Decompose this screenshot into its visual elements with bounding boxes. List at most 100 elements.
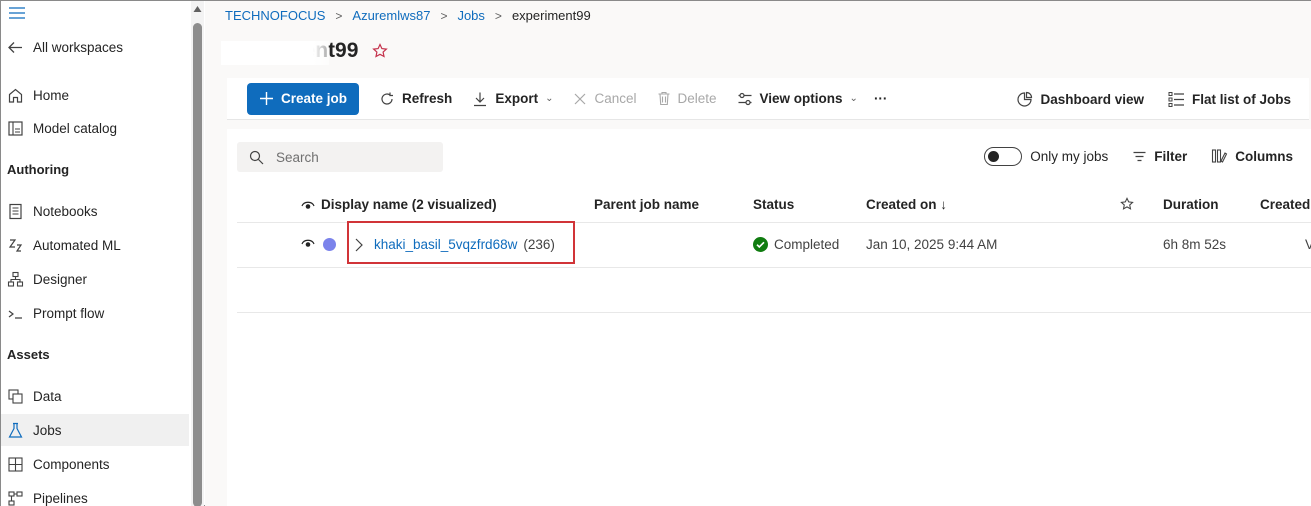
only-my-jobs-toggle[interactable]: Only my jobs xyxy=(984,147,1108,166)
sidebar-item-prompt-flow[interactable]: Prompt flow xyxy=(1,297,189,329)
favorite-star-icon[interactable] xyxy=(372,43,389,59)
toggle-knob xyxy=(988,150,1000,162)
components-icon xyxy=(7,456,24,473)
chevron-down-icon: ⌄ xyxy=(849,93,858,104)
close-icon xyxy=(573,92,587,106)
flat-list-label: Flat list of Jobs xyxy=(1191,91,1291,107)
sidebar-scrollbar[interactable] xyxy=(191,1,204,506)
filter-button[interactable]: Filter xyxy=(1132,149,1187,164)
chevron-right-icon: > xyxy=(494,8,502,23)
row-visibility-toggle[interactable] xyxy=(301,237,315,249)
created-on-cell: Jan 10, 2025 9:44 AM xyxy=(866,237,998,252)
left-nav: All workspaces Home Model catalog Author… xyxy=(1,1,191,506)
filter-icon xyxy=(1132,149,1147,164)
chevron-down-icon: ⌄ xyxy=(545,93,554,104)
trash-icon xyxy=(657,91,671,106)
breadcrumb-workspace[interactable]: Azuremlws87 xyxy=(352,8,430,23)
sidebar-item-label: Components xyxy=(33,456,110,472)
search-icon xyxy=(249,150,264,165)
columns-button[interactable]: Columns xyxy=(1211,148,1293,165)
col-display-name[interactable]: Display name (2 visualized) xyxy=(301,197,497,212)
more-actions-button[interactable]: ··· xyxy=(874,91,888,106)
command-bar-right: Dashboard view Flat list of Jobs xyxy=(1016,78,1291,120)
col-created-on-label: Created on ↓ xyxy=(866,197,948,212)
star-icon xyxy=(1120,197,1134,211)
sidebar-item-designer[interactable]: Designer xyxy=(1,263,189,295)
hamburger-menu-icon[interactable] xyxy=(9,7,25,19)
col-created-by[interactable]: Created xyxy=(1260,197,1310,212)
dashboard-view-label: Dashboard view xyxy=(1040,91,1144,107)
col-parent-job-label: Parent job name xyxy=(594,197,700,212)
page-header: experiment99 xyxy=(221,39,389,65)
view-options-label: View options xyxy=(759,91,843,106)
visibility-eye-icon[interactable] xyxy=(301,199,315,211)
notebook-icon xyxy=(7,203,24,220)
visibility-eye-icon[interactable] xyxy=(301,237,315,249)
cancel-button[interactable]: Cancel xyxy=(573,91,637,106)
sidebar-item-label: Designer xyxy=(33,271,88,287)
automl-icon xyxy=(7,237,24,254)
home-icon xyxy=(7,87,24,104)
all-workspaces-label: All workspaces xyxy=(33,39,124,55)
delete-label: Delete xyxy=(677,91,717,106)
delete-button[interactable]: Delete xyxy=(657,91,717,106)
view-options-button[interactable]: View options ⌄ xyxy=(737,91,858,107)
redaction-overlay xyxy=(221,41,329,65)
toggle-switch[interactable] xyxy=(984,147,1023,166)
filter-label: Filter xyxy=(1154,149,1188,164)
col-display-name-label: Display name (2 visualized) xyxy=(321,197,497,212)
catalog-icon xyxy=(7,120,24,137)
all-workspaces-link[interactable]: All workspaces xyxy=(1,31,189,63)
sidebar-item-data[interactable]: Data xyxy=(1,380,189,412)
pipeline-icon xyxy=(7,490,24,506)
scrollbar-thumb[interactable] xyxy=(193,23,202,506)
sidebar-item-label: Notebooks xyxy=(33,203,98,219)
search-input[interactable] xyxy=(276,149,426,165)
command-bar: Create job Refresh Export ⌄ Cancel Delet… xyxy=(227,78,1309,120)
col-duration[interactable]: Duration xyxy=(1163,197,1219,212)
refresh-icon xyxy=(379,91,395,107)
col-favorite[interactable] xyxy=(1120,197,1134,211)
status-cell: Completed xyxy=(753,237,839,252)
refresh-button[interactable]: Refresh xyxy=(379,91,452,107)
refresh-label: Refresh xyxy=(402,91,453,106)
duration-cell: 6h 8m 52s xyxy=(1163,237,1227,252)
chevron-right-icon: > xyxy=(335,8,343,23)
created-by-cell: V xyxy=(1305,237,1311,252)
scroll-up-arrow-icon[interactable] xyxy=(193,5,202,13)
sidebar-item-label: Model catalog xyxy=(33,120,118,136)
sidebar-item-jobs[interactable]: Jobs xyxy=(1,414,189,446)
breadcrumb-jobs[interactable]: Jobs xyxy=(457,8,484,23)
col-status[interactable]: Status xyxy=(753,197,794,212)
color-swatch xyxy=(323,238,336,251)
sidebar-item-home[interactable]: Home xyxy=(1,79,189,111)
search-box[interactable] xyxy=(237,142,443,172)
export-label: Export xyxy=(495,91,539,106)
sidebar-item-label: Jobs xyxy=(33,422,62,438)
dashboard-view-button[interactable]: Dashboard view xyxy=(1016,91,1144,108)
sidebar-item-components[interactable]: Components xyxy=(1,448,189,480)
run-color-dot[interactable] xyxy=(323,238,336,251)
sidebar-item-label: Home xyxy=(33,87,70,103)
status-label: Completed xyxy=(774,237,840,252)
col-parent-job[interactable]: Parent job name xyxy=(594,197,699,212)
flat-list-button[interactable]: Flat list of Jobs xyxy=(1168,91,1291,108)
sidebar-item-automated-ml[interactable]: Automated ML xyxy=(1,229,189,261)
columns-icon xyxy=(1211,148,1228,165)
sidebar-item-model-catalog[interactable]: Model catalog xyxy=(1,112,189,144)
annotation-highlight-box xyxy=(347,221,575,264)
back-arrow-icon xyxy=(7,39,24,56)
table-row[interactable]: khaki_basil_5vqzfrd68w (236) Completed J… xyxy=(237,221,1311,268)
breadcrumb-workspace-group[interactable]: TECHNOFOCUS xyxy=(225,8,325,23)
breadcrumb: TECHNOFOCUS > Azuremlws87 > Jobs > exper… xyxy=(225,8,591,23)
list-controls: Only my jobs Filter Columns xyxy=(984,147,1293,166)
flask-icon xyxy=(7,422,24,439)
create-job-label: Create job xyxy=(281,91,348,106)
sidebar-item-notebooks[interactable]: Notebooks xyxy=(1,195,189,227)
columns-label: Columns xyxy=(1235,149,1293,164)
create-job-button[interactable]: Create job xyxy=(247,82,360,115)
export-button[interactable]: Export ⌄ xyxy=(472,91,553,107)
sidebar-item-pipelines[interactable]: Pipelines xyxy=(1,482,189,506)
col-created-on[interactable]: Created on ↓ xyxy=(866,197,947,212)
col-status-label: Status xyxy=(753,197,795,212)
